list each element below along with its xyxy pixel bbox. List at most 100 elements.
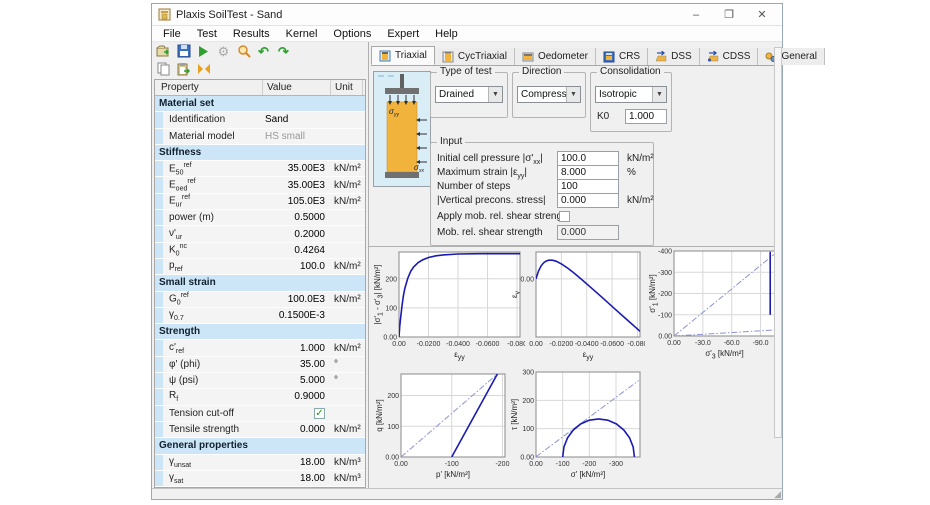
property-label: pref: [163, 260, 263, 273]
title-bar[interactable]: Plaxis SoilTest - Sand – ❐ ✕: [152, 4, 782, 26]
chevron-down-icon[interactable]: ▼: [488, 87, 502, 102]
table-row: IdentificationSand: [155, 112, 365, 128]
property-unit: °: [331, 375, 366, 386]
k0-field[interactable]: 1.000: [625, 109, 667, 124]
resize-grip[interactable]: ◢: [774, 490, 781, 499]
table-row: ψ (psi)5.000°: [155, 373, 365, 389]
app-icon: [158, 8, 171, 21]
copy-icon[interactable]: [155, 61, 172, 77]
property-label: Eoedref: [163, 178, 263, 192]
x-axis-label: σ'3 [kN/m²]: [674, 349, 775, 361]
property-value[interactable]: 0.9000: [263, 391, 331, 402]
material-toolbar: [152, 60, 368, 78]
y-axis-label: σ'1 [kN/m²]: [648, 251, 660, 336]
table-row: E50ref35.00E3kN/m²: [155, 161, 365, 177]
column-header-spacer: [363, 80, 366, 95]
menu-expert[interactable]: Expert: [380, 27, 426, 41]
chevron-down-icon[interactable]: ▼: [652, 87, 666, 102]
apply-mob-shear-checkbox[interactable]: [559, 211, 570, 222]
property-value[interactable]: 0.2000: [263, 229, 331, 240]
run-icon[interactable]: [195, 43, 212, 59]
property-unit: kN/m³: [331, 457, 366, 468]
svg-text:100: 100: [385, 305, 397, 312]
property-value[interactable]: 0.5000: [263, 212, 331, 223]
tab-dss[interactable]: DSS: [648, 48, 700, 65]
property-value[interactable]: 0.1500E-3: [263, 310, 331, 321]
property-value[interactable]: 5.000: [263, 375, 331, 386]
property-unit: kN/m²: [331, 424, 366, 435]
save-icon[interactable]: [175, 43, 192, 59]
property-value[interactable]: 100.0: [263, 261, 331, 272]
tab-cyctriaxial[interactable]: CycTriaxial: [435, 48, 515, 65]
property-value[interactable]: 100.0E3: [263, 294, 331, 305]
svg-text:0.00: 0.00: [529, 461, 543, 468]
input-unit: kN/m²: [627, 195, 654, 206]
open-icon[interactable]: [155, 43, 172, 59]
property-value[interactable]: 35.00E3: [263, 180, 331, 191]
close-button[interactable]: ✕: [748, 8, 776, 21]
row-gutter: [155, 455, 163, 470]
menu-help[interactable]: Help: [428, 27, 465, 41]
zoom-icon[interactable]: [235, 43, 252, 59]
svg-text:100: 100: [522, 426, 534, 433]
row-gutter: [155, 259, 163, 274]
vertical-scrollbar[interactable]: [774, 47, 782, 438]
tab-oedometer[interactable]: Oedometer: [515, 48, 596, 65]
redo-icon[interactable]: ↷: [275, 43, 292, 59]
property-value[interactable]: HS small: [263, 131, 331, 142]
property-value[interactable]: 18.00: [263, 473, 331, 484]
direction-groupbox: Direction Compression ▼: [512, 72, 586, 118]
menu-test[interactable]: Test: [190, 27, 224, 41]
undo-icon[interactable]: ↶: [255, 43, 272, 59]
property-value[interactable]: 105.0E3: [263, 196, 331, 207]
input-field[interactable]: 8.000: [557, 165, 619, 180]
table-row: γunsat18.00kN/m³: [155, 455, 365, 471]
svg-text:-60.0: -60.0: [724, 340, 740, 347]
consolidation-dropdown[interactable]: Isotropic ▼: [595, 86, 667, 103]
svg-text:300: 300: [522, 370, 534, 377]
svg-text:-0.0600: -0.0600: [476, 341, 500, 348]
tab-cdss[interactable]: CDSS: [700, 48, 759, 65]
property-label: Eurref: [163, 194, 263, 208]
svg-text:-300: -300: [609, 461, 623, 468]
chevron-down-icon[interactable]: ▼: [566, 87, 580, 102]
section-row: Material set: [155, 96, 365, 112]
svg-text:-30.0: -30.0: [695, 340, 711, 347]
type-of-test-dropdown[interactable]: Drained ▼: [435, 86, 503, 103]
property-unit: kN/m³: [331, 473, 366, 484]
paste-icon[interactable]: [175, 61, 192, 77]
table-row: pref100.0kN/m²: [155, 259, 365, 275]
svg-text:0.00: 0.00: [667, 340, 681, 347]
input-field[interactable]: 100.0: [557, 151, 619, 166]
svg-text:-0.0400: -0.0400: [575, 341, 599, 348]
property-value[interactable]: 0.4264: [263, 245, 331, 256]
property-unit: kN/m²: [331, 196, 366, 207]
menu-file[interactable]: File: [156, 27, 188, 41]
property-value[interactable]: 35.00: [263, 359, 331, 370]
property-value[interactable]: ✓: [263, 408, 331, 420]
row-gutter: [155, 226, 163, 241]
row-gutter: [155, 422, 163, 437]
tab-triaxial[interactable]: Triaxial: [371, 46, 435, 65]
minimize-button[interactable]: –: [682, 9, 710, 21]
menu-kernel[interactable]: Kernel: [279, 27, 325, 41]
maximize-button[interactable]: ❐: [715, 8, 743, 21]
tab-label: CycTriaxial: [458, 51, 507, 62]
tab-crs[interactable]: CRS: [596, 48, 648, 65]
svg-text:-200: -200: [658, 291, 672, 298]
dss-icon: [655, 51, 667, 63]
property-value[interactable]: 18.00: [263, 457, 331, 468]
property-value[interactable]: 1.000: [263, 343, 331, 354]
input-field[interactable]: 100: [557, 179, 619, 194]
material-sets-icon[interactable]: [195, 61, 212, 77]
tab-general[interactable]: General: [758, 48, 825, 65]
menu-options[interactable]: Options: [326, 27, 378, 41]
direction-dropdown[interactable]: Compression ▼: [517, 86, 581, 103]
property-value[interactable]: 35.00E3: [263, 163, 331, 174]
checkbox[interactable]: ✓: [314, 408, 325, 419]
input-field[interactable]: 0.000: [557, 193, 619, 208]
property-value[interactable]: Sand: [263, 114, 331, 125]
menu-results[interactable]: Results: [226, 27, 277, 41]
results-charts-panel: 0.00-0.0200-0.0400-0.0600-0.0800.0010020…: [369, 246, 774, 489]
property-value[interactable]: 0.000: [263, 424, 331, 435]
